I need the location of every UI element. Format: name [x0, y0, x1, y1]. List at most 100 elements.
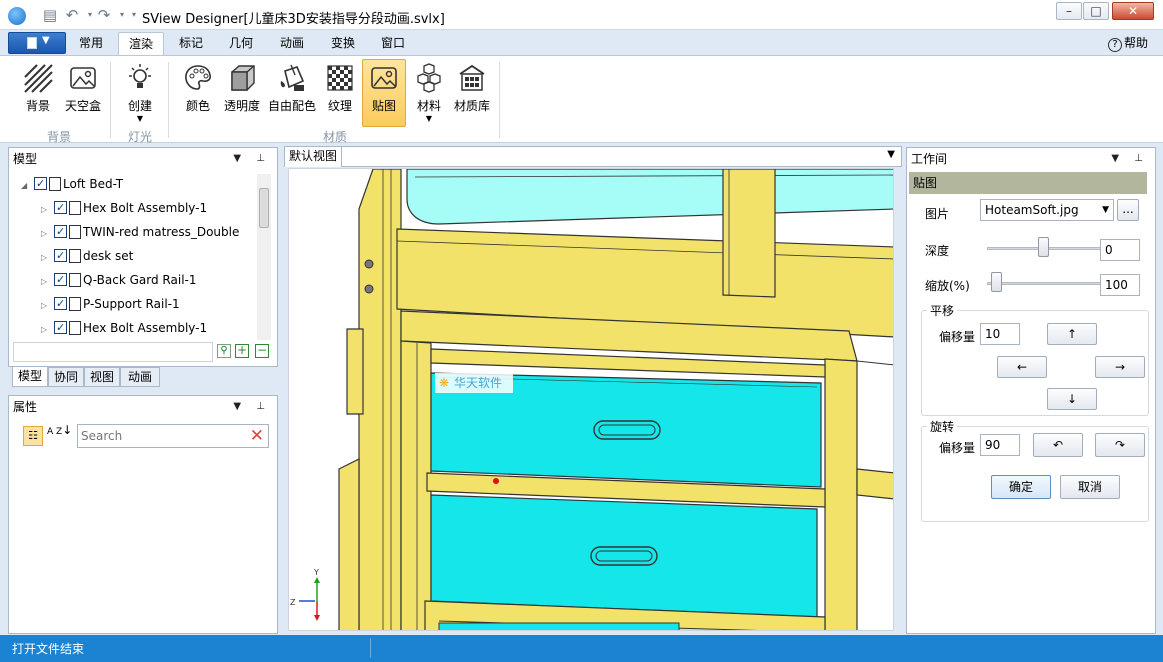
viewport-menu-icon[interactable]: ▼	[887, 149, 895, 160]
scrollbar-thumb[interactable]	[259, 188, 269, 228]
tab-window[interactable]: 窗口	[372, 32, 414, 56]
tree-scrollbar[interactable]	[257, 174, 271, 340]
properties-panel-title: 属性	[13, 400, 38, 414]
free-color-button[interactable]: 自由配色	[266, 60, 318, 126]
pan-right-button[interactable]: →	[1095, 356, 1145, 378]
group-label-material: 材质	[323, 130, 348, 144]
tree-item[interactable]: ▷TWIN-red matress_Double	[41, 220, 239, 244]
save-icon[interactable]: ▤	[40, 5, 60, 25]
properties-panel: 属性 ▼ ⊥ ☷ A Z↓ ✕	[8, 395, 278, 634]
title-bar: ▤ ↶ ▾ ↷ ▾ ▾ SView Designer[儿童床3D安装指导分段动画…	[0, 0, 1163, 30]
decal-section-header: 贴图	[909, 172, 1147, 194]
transparency-button[interactable]: 透明度	[220, 60, 264, 126]
group-label-background: 背景	[47, 130, 72, 144]
palette-icon	[185, 65, 211, 90]
tab-animation[interactable]: 动画	[271, 32, 313, 56]
tree-item[interactable]: ▷Hex Bolt Assembly-1	[41, 316, 207, 340]
properties-search-input[interactable]	[81, 427, 241, 445]
tab-transform[interactable]: 变换	[322, 32, 364, 56]
checkbox-checked[interactable]	[34, 172, 47, 196]
workspace-panel: 工作间 ▼ ⊥ 贴图 图片 HoteamSoft.jpg ▼ ... 深度 0 …	[906, 147, 1156, 634]
status-text: 打开文件结束	[12, 642, 85, 656]
expand-all-icon[interactable]: +	[235, 344, 249, 358]
model-tree[interactable]: ◢Loft Bed-T ▷Hex Bolt Assembly-1 ▷TWIN-r…	[9, 172, 263, 340]
tree-item-loft-bed[interactable]: ◢Loft Bed-T	[21, 172, 123, 196]
document-icon	[69, 297, 81, 311]
checkbox-checked[interactable]	[54, 268, 67, 292]
scale-input[interactable]: 100	[1100, 274, 1140, 296]
pan-left-button[interactable]: ←	[997, 356, 1047, 378]
tree-item[interactable]: ▷P-Support Rail-1	[41, 292, 180, 316]
pan-offset-input[interactable]: 10	[980, 323, 1020, 345]
search-icon[interactable]: ⚲	[217, 344, 231, 358]
pan-down-button[interactable]: ↓	[1047, 388, 1097, 410]
material-button[interactable]: 材料 ▼	[410, 60, 448, 126]
tree-item[interactable]: ▷desk set	[41, 244, 133, 268]
tab-render[interactable]: 渲染	[118, 32, 164, 56]
tab-collaborate[interactable]: 协同	[48, 367, 84, 387]
browse-image-button[interactable]: ...	[1117, 199, 1139, 221]
sort-alpha-icon[interactable]: A Z↓	[47, 424, 72, 437]
material-library-button[interactable]: 材质库	[452, 60, 492, 126]
texture-button[interactable]: 纹理	[322, 60, 358, 126]
model-search-input[interactable]	[13, 342, 213, 362]
maximize-button[interactable]: □	[1083, 2, 1109, 20]
3d-viewport[interactable]: ❋ 华天软件 Z Y	[288, 168, 894, 631]
rotate-offset-input[interactable]: 90	[980, 434, 1020, 456]
rotate-cw-button[interactable]: ↷	[1095, 433, 1145, 457]
checkbox-checked[interactable]	[54, 292, 67, 316]
panel-controls[interactable]: ▼ ⊥	[233, 396, 271, 418]
checkbox-checked[interactable]	[54, 316, 67, 340]
ok-button[interactable]: 确定	[991, 475, 1051, 499]
color-button[interactable]: 颜色	[178, 60, 218, 126]
document-icon	[69, 201, 81, 215]
checkbox-checked[interactable]	[54, 220, 67, 244]
minimize-button[interactable]: –	[1056, 2, 1082, 20]
skybox-image-icon	[70, 67, 96, 89]
rotate-ccw-button[interactable]: ↶	[1033, 433, 1083, 457]
ribbon: 背景 天空盒 背景 创建 ▼ 灯光 颜色 透明度 自由配色 纹理 贴图 材料 ▼	[0, 55, 1163, 144]
bed-model-scene[interactable]: ❋ 华天软件 Z Y	[289, 169, 894, 631]
tab-geometry[interactable]: 几何	[220, 32, 262, 56]
scale-slider-thumb[interactable]	[991, 272, 1002, 292]
properties-search-box[interactable]: ✕	[77, 424, 269, 448]
skybox-button[interactable]: 天空盒	[62, 60, 104, 126]
undo-icon[interactable]: ↶	[62, 5, 82, 25]
clear-search-icon[interactable]: ✕	[250, 425, 264, 447]
file-menu-button[interactable]: ▼	[8, 32, 66, 54]
close-button[interactable]: ✕	[1112, 2, 1154, 20]
background-button[interactable]: 背景	[18, 60, 58, 126]
tab-model[interactable]: 模型	[12, 367, 48, 387]
tree-item[interactable]: ▷Q-Back Gard Rail-1	[41, 268, 197, 292]
panel-controls[interactable]: ▼ ⊥	[1111, 148, 1149, 170]
tree-item[interactable]: ▷Hex Bolt Assembly-1	[41, 196, 207, 220]
tab-animation-panel[interactable]: 动画	[120, 367, 160, 387]
depth-slider-thumb[interactable]	[1038, 237, 1049, 257]
light-bulb-icon	[129, 64, 151, 88]
panel-controls[interactable]: ▼ ⊥	[233, 148, 271, 170]
checkbox-checked[interactable]	[54, 196, 67, 220]
redo-icon[interactable]: ↷	[94, 5, 114, 25]
tab-default-view[interactable]: 默认视图	[285, 147, 343, 167]
create-light-button[interactable]: 创建 ▼	[120, 60, 160, 126]
pan-up-button[interactable]: ↑	[1047, 323, 1097, 345]
checkbox-checked[interactable]	[54, 244, 67, 268]
categorized-icon[interactable]: ☷	[23, 426, 43, 446]
image-select[interactable]: HoteamSoft.jpg ▼	[980, 199, 1114, 221]
decal-button[interactable]: 贴图	[362, 59, 406, 127]
library-icon	[459, 64, 485, 91]
axis-triad: Z Y	[290, 568, 320, 621]
help-icon: ?	[1108, 38, 1122, 52]
depth-input[interactable]: 0	[1100, 239, 1140, 261]
customize-quick-access-icon[interactable]: ▾	[124, 5, 144, 25]
collapse-all-icon[interactable]: −	[255, 344, 269, 358]
properties-panel-header: 属性 ▼ ⊥	[9, 396, 277, 418]
pan-offset-label: 偏移量	[939, 330, 976, 344]
tab-view[interactable]: 视图	[84, 367, 120, 387]
tab-common[interactable]: 常用	[70, 32, 112, 56]
cancel-button[interactable]: 取消	[1060, 475, 1120, 499]
chevron-down-icon: ▼	[425, 114, 433, 123]
app-logo-icon[interactable]	[8, 7, 26, 25]
tab-markup[interactable]: 标记	[170, 32, 212, 56]
help-button[interactable]: ? 帮助	[1108, 34, 1148, 52]
